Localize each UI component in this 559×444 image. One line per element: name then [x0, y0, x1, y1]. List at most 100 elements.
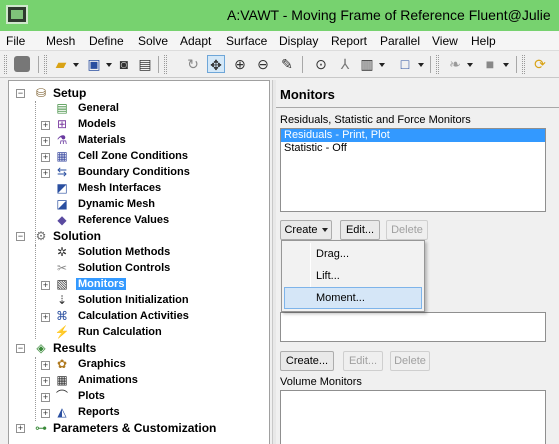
tree-label: Animations: [78, 374, 138, 386]
toolbar-separator: [158, 56, 159, 73]
toolbar-grip[interactable]: [4, 55, 7, 74]
menu-item-moment[interactable]: Moment...: [284, 287, 422, 309]
tree-guide-line: [35, 357, 36, 421]
chevron-down-icon: [321, 228, 328, 233]
tree-label: Boundary Conditions: [78, 166, 190, 178]
app-icon[interactable]: [6, 5, 28, 24]
expand-icon[interactable]: +: [41, 377, 50, 386]
expand-icon[interactable]: +: [41, 121, 50, 130]
chevron-down-icon[interactable]: [467, 63, 473, 67]
expand-icon[interactable]: +: [41, 313, 50, 322]
print-icon[interactable]: ▤: [136, 55, 154, 73]
divider: [276, 107, 559, 108]
expand-icon[interactable]: +: [41, 153, 50, 162]
dynamic-mesh-icon: ◪: [56, 197, 68, 211]
tree-label: Solution: [53, 229, 101, 243]
menu-help[interactable]: Help: [471, 34, 496, 48]
zoom-fit-icon[interactable]: ⊖: [254, 55, 272, 73]
expand-icon[interactable]: +: [41, 361, 50, 370]
models-icon: ⊞: [56, 117, 68, 131]
pan-icon[interactable]: ✥: [207, 55, 225, 73]
layout-icon[interactable]: ▥: [358, 55, 376, 73]
residuals-list[interactable]: Residuals - Print, Plot Statistic - Off: [280, 128, 546, 212]
toolbar: ▰ ▣ ◙ ▤ ↻ ✥ ⊕ ⊖ ✎ ⊙ ⅄ ▥ □ ❧ ■ ⟳: [0, 51, 559, 78]
tree-label: Results: [53, 341, 97, 355]
expand-icon[interactable]: +: [41, 409, 50, 418]
rotate-icon[interactable]: ↻: [184, 55, 202, 73]
menu-item-lift[interactable]: Lift...: [284, 265, 422, 287]
menu-surface[interactable]: Surface: [226, 34, 267, 48]
menu-view[interactable]: View: [432, 34, 458, 48]
menu-define[interactable]: Define: [89, 34, 124, 48]
edit-surface-button[interactable]: Edit...: [343, 351, 383, 371]
tree-label: Reference Values: [78, 214, 170, 226]
delete-surface-button[interactable]: Delete: [390, 351, 430, 371]
collapse-icon[interactable]: −: [16, 344, 25, 353]
volume-monitors-list[interactable]: [280, 390, 546, 444]
expand-icon[interactable]: +: [41, 281, 50, 290]
tree-label: Calculation Activities: [78, 310, 189, 322]
toolbar-separator: [38, 56, 39, 73]
chevron-down-icon[interactable]: [418, 63, 424, 67]
menu-mesh[interactable]: Mesh: [46, 34, 75, 48]
toolbar-grip[interactable]: [164, 55, 167, 74]
toolbar-grip[interactable]: [44, 55, 47, 74]
camera-icon[interactable]: ◙: [115, 55, 133, 73]
menu-file[interactable]: File: [6, 34, 25, 48]
create-dropdown-button[interactable]: Create: [280, 220, 332, 240]
list-item[interactable]: Statistic - Off: [281, 142, 545, 155]
save-icon[interactable]: ▣: [85, 55, 103, 73]
toolbar-separator: [430, 56, 431, 73]
zoom-in-icon[interactable]: ⊕: [231, 55, 249, 73]
stop-icon[interactable]: [14, 56, 30, 72]
chevron-down-icon[interactable]: [73, 63, 79, 67]
edit-button[interactable]: Edit...: [340, 220, 380, 240]
tree-label: Mesh Interfaces: [78, 182, 162, 194]
menu-display[interactable]: Display: [279, 34, 318, 48]
zoom-box-icon[interactable]: ⊙: [312, 55, 330, 73]
menu-solve[interactable]: Solve: [138, 34, 168, 48]
chevron-down-icon[interactable]: [503, 63, 509, 67]
tree-label: Graphics: [78, 358, 126, 370]
collapse-icon[interactable]: −: [16, 232, 25, 241]
menu-parallel[interactable]: Parallel: [380, 34, 420, 48]
reference-values-icon: ◆: [57, 213, 67, 227]
mesh-interfaces-icon: ◩: [56, 181, 68, 195]
axes-icon[interactable]: ⅄: [336, 55, 354, 73]
initialization-icon: ⇣: [56, 293, 68, 307]
graphics-icon: ✿: [56, 357, 68, 371]
expand-icon[interactable]: +: [41, 137, 50, 146]
tree-label: Solution Controls: [78, 262, 171, 274]
calculation-activities-icon: ⌘: [56, 309, 68, 323]
menu-item-drag[interactable]: Drag...: [284, 243, 422, 265]
open-folder-icon[interactable]: ▰: [52, 55, 70, 73]
delete-button[interactable]: Delete: [386, 220, 428, 240]
solution-icon: ⚙: [35, 229, 47, 243]
chevron-down-icon[interactable]: [379, 63, 385, 67]
expand-icon[interactable]: +: [41, 393, 50, 402]
mouse-icon[interactable]: ❧: [446, 55, 464, 73]
create-surface-button[interactable]: Create...: [280, 351, 334, 371]
view-icon[interactable]: □: [396, 55, 414, 73]
menu-report[interactable]: Report: [331, 34, 367, 48]
collapse-icon[interactable]: −: [16, 89, 25, 98]
setup-icon: ⛁: [35, 86, 47, 100]
toolbar-grip[interactable]: [436, 55, 439, 74]
menu-adapt[interactable]: Adapt: [180, 34, 211, 48]
probe-icon[interactable]: ✎: [278, 55, 296, 73]
refresh-icon[interactable]: ⟳: [531, 55, 549, 73]
chevron-down-icon[interactable]: [106, 63, 112, 67]
surface-monitors-list[interactable]: [280, 312, 546, 342]
list-item[interactable]: Residuals - Print, Plot: [281, 129, 545, 142]
tree-label: Reports: [78, 406, 120, 418]
toolbar-separator: [516, 56, 517, 73]
tree-label: Parameters & Customization: [53, 421, 217, 435]
expand-icon[interactable]: +: [41, 169, 50, 178]
toolbar-grip[interactable]: [522, 55, 525, 74]
expand-icon[interactable]: +: [16, 424, 25, 433]
color-icon[interactable]: ■: [481, 55, 499, 73]
results-icon: ◈: [36, 341, 46, 355]
tree-label: Cell Zone Conditions: [78, 150, 188, 162]
cell-zone-icon: ▦: [56, 149, 68, 163]
panel-title: Monitors: [280, 87, 335, 102]
